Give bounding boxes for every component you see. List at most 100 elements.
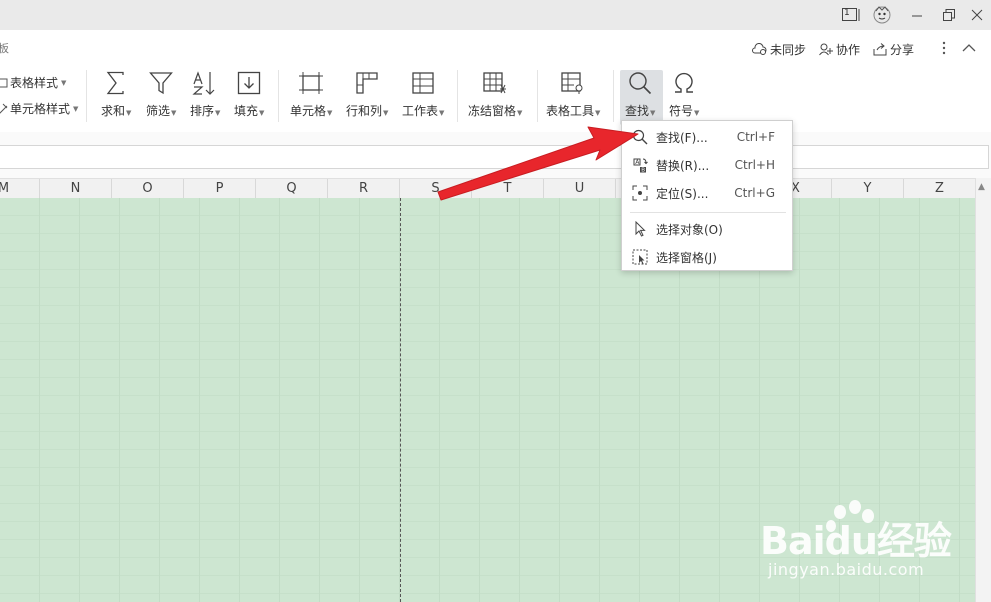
menu-item-label: 选择对象(O) bbox=[656, 222, 723, 237]
sigma-icon bbox=[103, 70, 129, 96]
cell-style-button[interactable]: 单元格样式 ▼ bbox=[0, 100, 78, 117]
title-bar: 1 bbox=[0, 0, 991, 30]
share-button[interactable]: 分享 bbox=[873, 40, 914, 58]
menu-item-locate[interactable]: 定位(S)... Ctrl+G bbox=[622, 179, 792, 207]
chevron-down-icon: ▼ bbox=[694, 109, 700, 117]
symbol-button[interactable]: 符号▼ bbox=[669, 70, 699, 119]
freeze-panes-button[interactable]: 冻结窗格▼ bbox=[468, 70, 522, 119]
scroll-up-icon[interactable]: ▲ bbox=[978, 182, 985, 192]
column-header[interactable]: P bbox=[184, 179, 256, 198]
sheet-label: 工作表 bbox=[402, 104, 439, 118]
formula-input[interactable] bbox=[0, 145, 989, 169]
cell-style-label: 单元格样式 bbox=[10, 102, 71, 116]
fill-icon bbox=[236, 70, 262, 96]
menu-item-find[interactable]: 查找(F)... Ctrl+F bbox=[622, 123, 792, 151]
rowcol-button[interactable]: 行和列▼ bbox=[346, 70, 388, 119]
sum-label: 求和 bbox=[101, 104, 126, 118]
column-header[interactable]: Q bbox=[256, 179, 328, 198]
restore-icon[interactable] bbox=[937, 6, 961, 24]
column-header[interactable]: N bbox=[40, 179, 112, 198]
find-label: 查找 bbox=[625, 104, 650, 118]
sheet-button[interactable]: 工作表▼ bbox=[402, 70, 444, 119]
user-plus-icon bbox=[819, 43, 833, 55]
freeze-panes-label: 冻结窗格 bbox=[468, 104, 517, 118]
column-header[interactable]: Y bbox=[832, 179, 904, 198]
sync-button[interactable]: 未同步 bbox=[751, 40, 806, 58]
vertical-scrollbar[interactable]: ▲ bbox=[975, 178, 991, 602]
search-icon bbox=[630, 129, 650, 145]
table-style-button[interactable]: 表格样式 ▼ bbox=[0, 74, 66, 91]
chevron-down-icon: ▼ bbox=[61, 78, 67, 87]
fill-button[interactable]: 填充▼ bbox=[234, 70, 264, 119]
avatar[interactable] bbox=[870, 6, 894, 24]
column-header[interactable]: U bbox=[544, 179, 616, 198]
freeze-panes-icon bbox=[482, 70, 508, 96]
chevron-down-icon: ▼ bbox=[383, 109, 389, 117]
table-tools-icon bbox=[560, 70, 586, 96]
find-button[interactable]: 查找▼ bbox=[625, 70, 655, 119]
replace-icon: AB bbox=[630, 157, 650, 173]
ribbon-divider bbox=[537, 70, 538, 122]
locate-icon bbox=[630, 185, 650, 201]
collab-button[interactable]: 协作 bbox=[819, 40, 860, 58]
table-style-icon bbox=[0, 78, 8, 87]
share-icon bbox=[873, 42, 887, 55]
chevron-down-icon: ▼ bbox=[327, 109, 333, 117]
minimize-icon[interactable] bbox=[905, 6, 929, 24]
chevron-down-icon: ▼ bbox=[650, 109, 656, 117]
sort-icon bbox=[192, 70, 218, 96]
sort-button[interactable]: 排序▼ bbox=[190, 70, 220, 119]
column-header[interactable]: R bbox=[328, 179, 400, 198]
sync-label: 未同步 bbox=[770, 42, 807, 57]
menu-item-label: 替换(R)... bbox=[656, 158, 710, 173]
ribbon-divider bbox=[278, 70, 279, 122]
share-label: 分享 bbox=[890, 42, 915, 57]
formula-bar bbox=[0, 132, 991, 178]
fill-label: 填充 bbox=[234, 104, 259, 118]
sort-label: 排序 bbox=[190, 104, 215, 118]
find-dropdown-menu: 查找(F)... Ctrl+F AB 替换(R)... Ctrl+H 定位(S)… bbox=[621, 120, 793, 271]
menu-item-select-pane[interactable]: 选择窗格(J) bbox=[622, 243, 792, 271]
column-header[interactable]: T bbox=[472, 179, 544, 198]
window-count-icon[interactable]: 1 bbox=[840, 6, 864, 24]
sheet-grid[interactable] bbox=[0, 198, 975, 602]
row-column-icon bbox=[354, 70, 380, 96]
ribbon-toolbar: 表格样式 ▼ 单元格样式 ▼ 求和▼ 筛选▼ 排序▼ 填充▼ 单元格▼ 行和列▼ 工… bbox=[0, 66, 991, 133]
table-style-label: 表格样式 bbox=[10, 76, 59, 90]
chevron-down-icon: ▼ bbox=[517, 109, 523, 117]
sum-button[interactable]: 求和▼ bbox=[101, 70, 131, 119]
omega-icon bbox=[671, 70, 697, 96]
collapse-ribbon-icon[interactable] bbox=[960, 39, 978, 57]
close-icon[interactable] bbox=[965, 6, 989, 24]
chevron-down-icon: ▼ bbox=[171, 109, 177, 117]
menu-divider bbox=[630, 212, 786, 213]
menu-item-shortcut: Ctrl+G bbox=[734, 186, 775, 200]
cell-button[interactable]: 单元格▼ bbox=[290, 70, 332, 119]
rowcol-label: 行和列 bbox=[346, 104, 383, 118]
column-header[interactable]: S bbox=[400, 179, 472, 198]
select-pane-icon bbox=[630, 249, 650, 265]
tab-stub[interactable]: 板 bbox=[0, 40, 9, 56]
filter-icon bbox=[148, 70, 174, 96]
collab-label: 协作 bbox=[836, 42, 861, 57]
svg-text:B: B bbox=[641, 168, 645, 173]
cell-icon bbox=[298, 70, 324, 96]
menu-item-replace[interactable]: AB 替换(R)... Ctrl+H bbox=[622, 151, 792, 179]
column-header[interactable]: O bbox=[112, 179, 184, 198]
column-header[interactable]: M bbox=[0, 179, 40, 198]
worksheet-icon bbox=[410, 70, 436, 96]
cell-label: 单元格 bbox=[290, 104, 327, 118]
more-options-icon[interactable] bbox=[938, 39, 950, 57]
menu-item-label: 定位(S)... bbox=[656, 186, 709, 201]
menu-item-shortcut: Ctrl+H bbox=[734, 158, 775, 172]
column-header[interactable]: Z bbox=[904, 179, 976, 198]
chevron-down-icon: ▼ bbox=[595, 109, 601, 117]
select-object-icon bbox=[630, 221, 650, 237]
table-tools-button[interactable]: 表格工具▼ bbox=[546, 70, 600, 119]
chevron-down-icon: ▼ bbox=[73, 104, 79, 113]
filter-button[interactable]: 筛选▼ bbox=[146, 70, 176, 119]
table-tools-label: 表格工具 bbox=[546, 104, 595, 118]
filter-label: 筛选 bbox=[146, 104, 171, 118]
window-count-badge: 1 bbox=[844, 8, 850, 18]
menu-item-select-object[interactable]: 选择对象(O) bbox=[622, 215, 792, 243]
